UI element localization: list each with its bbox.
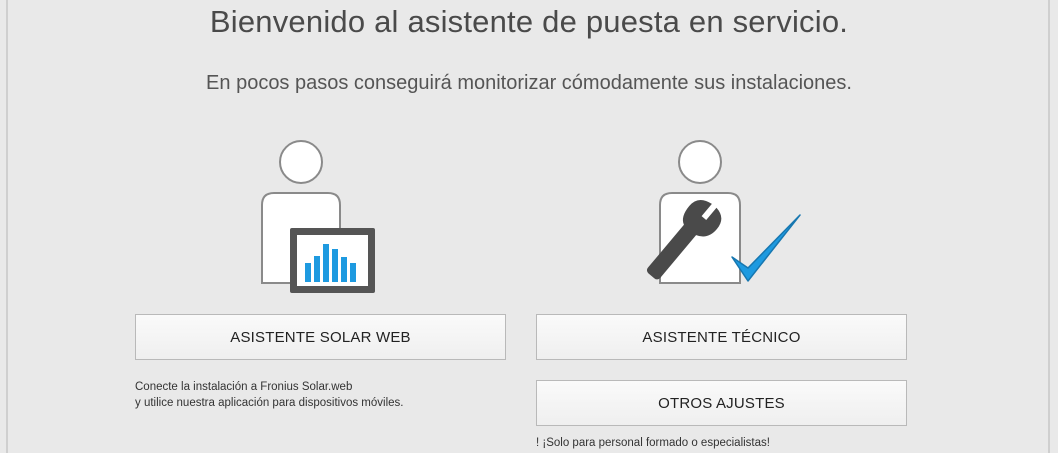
solarweb-wizard-button[interactable]: ASISTENTE SOLAR WEB: [135, 314, 506, 360]
other-settings-button[interactable]: OTROS AJUSTES: [536, 380, 907, 426]
specialists-warning: ! ¡Solo para personal formado o especial…: [536, 435, 770, 451]
right-border: [1048, 0, 1050, 453]
technician-wrench-check-icon: [646, 140, 801, 284]
solarweb-wizard-button-label: ASISTENTE SOLAR WEB: [230, 328, 411, 346]
solarweb-description-line1: Conecte la instalación a Fronius Solar.w…: [135, 381, 353, 393]
page-title: Bienvenido al asistente de puesta en ser…: [209, 4, 849, 39]
page-frame: Bienvenido al asistente de puesta en ser…: [0, 0, 1058, 453]
user-with-chart-icon: [261, 140, 375, 293]
technician-wizard-button-label: ASISTENTE TÉCNICO: [642, 328, 801, 346]
specialists-warning-text: ! ¡Solo para personal formado o especial…: [536, 437, 770, 449]
solarweb-description: Conecte la instalación a Fronius Solar.w…: [135, 379, 403, 411]
other-settings-button-label: OTROS AJUSTES: [658, 394, 785, 412]
technician-wizard-button[interactable]: ASISTENTE TÉCNICO: [536, 314, 907, 360]
page-subtitle: En pocos pasos conseguirá monitorizar có…: [206, 72, 852, 94]
solarweb-description-line2: y utilice nuestra aplicación para dispos…: [135, 397, 404, 409]
left-border: [6, 0, 8, 453]
